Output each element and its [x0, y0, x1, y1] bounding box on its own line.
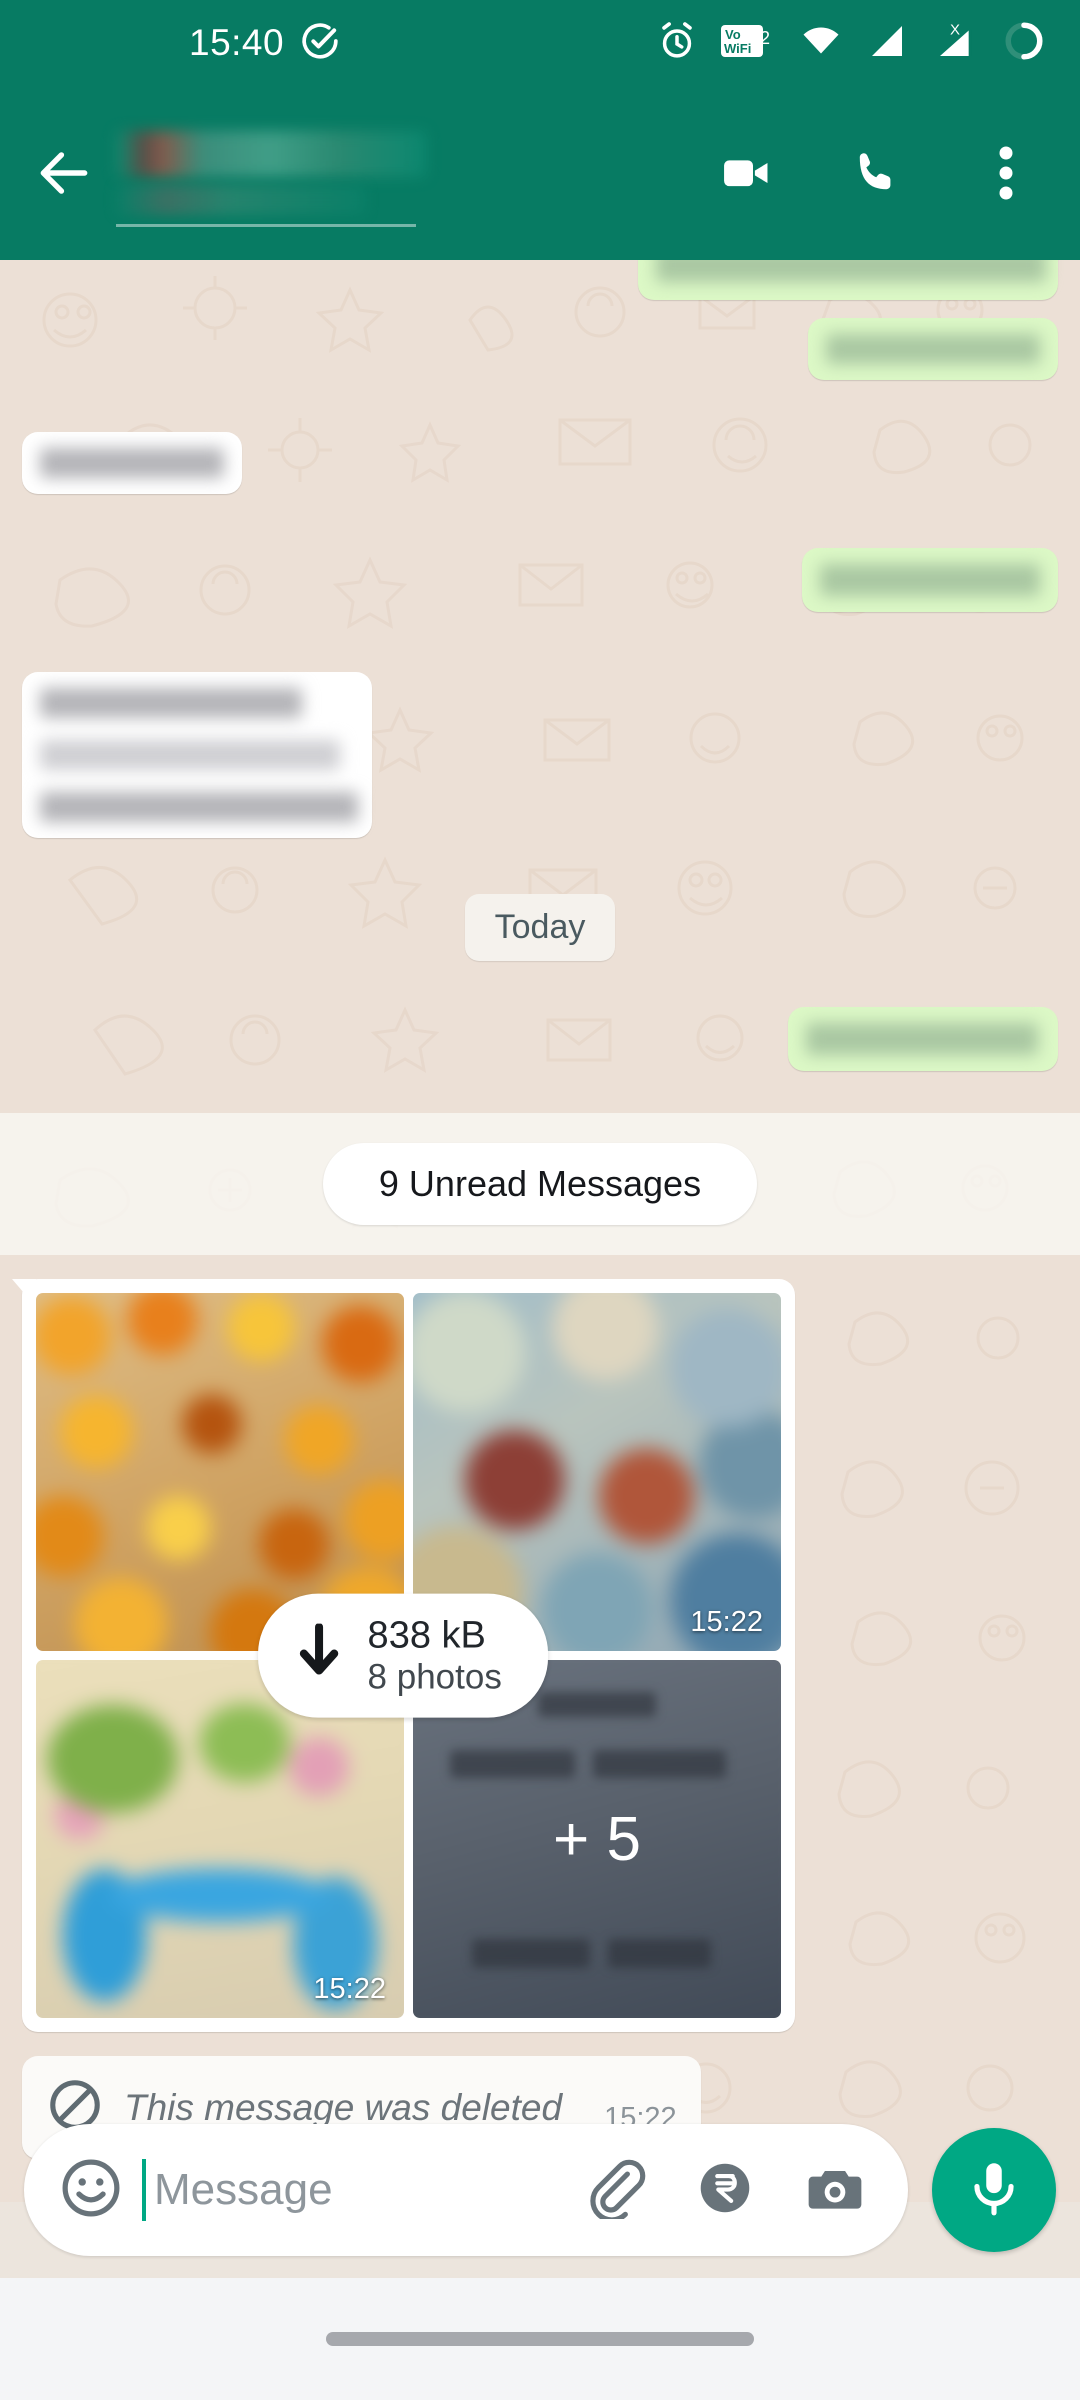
- alarm-clock-icon: [656, 20, 698, 67]
- whatsapp-chat-screen: 15:40 Vo WiFi 2 X Today 9 Unread Message…: [0, 0, 1080, 2400]
- unread-messages-banner[interactable]: 9 Unread Messages: [322, 1143, 758, 1225]
- wifi-icon: [798, 21, 844, 66]
- unread-banner-row: 9 Unread Messages: [0, 1113, 1080, 1255]
- blurred-text: [806, 1023, 1038, 1055]
- status-bar-right: Vo WiFi 2 X: [656, 19, 1046, 68]
- rupee-icon[interactable]: [694, 2157, 756, 2224]
- date-divider-row: Today: [0, 894, 1080, 961]
- message-input-container[interactable]: Message: [24, 2124, 908, 2256]
- arrow-down-icon: [292, 1623, 346, 1687]
- check-circle-icon: [300, 21, 340, 66]
- message-input[interactable]: Message: [154, 2165, 584, 2215]
- signal-no-sim-icon: X: [930, 20, 980, 67]
- contact-status: [116, 185, 366, 215]
- message-row[interactable]: [0, 432, 1080, 494]
- contact-info[interactable]: [116, 123, 446, 227]
- microphone-icon: [963, 2157, 1025, 2224]
- video-call-button[interactable]: [710, 137, 782, 209]
- blurred-text: [820, 564, 1040, 596]
- outgoing-bubble[interactable]: [788, 1007, 1058, 1071]
- text-cursor: [142, 2159, 146, 2221]
- album-row: 15:22 15:22 + 5 838 kB 8 photos: [0, 1279, 1080, 2032]
- input-action-icons: [584, 2157, 874, 2224]
- photo-album-message[interactable]: 15:22 15:22 + 5 838 kB 8 photos: [12, 1279, 795, 2032]
- svg-text:WiFi: WiFi: [724, 41, 751, 56]
- svg-text:Vo: Vo: [725, 27, 741, 42]
- paperclip-icon[interactable]: [584, 2157, 646, 2224]
- date-divider: Today: [464, 894, 616, 961]
- message-list[interactable]: Today 9 Unread Messages 15:22 15:22 + 5 …: [0, 260, 1080, 2202]
- download-info: 838 kB 8 photos: [368, 1613, 502, 1698]
- blurred-text: [40, 792, 358, 822]
- photo-timestamp: 15:22: [313, 1973, 386, 2005]
- vowifi2-icon: Vo WiFi 2: [720, 20, 776, 67]
- blurred-text: [40, 740, 340, 770]
- blurred-text: [656, 260, 1046, 282]
- signal-bars-icon: [866, 21, 908, 66]
- voice-record-button[interactable]: [932, 2128, 1056, 2252]
- status-bar: 15:40 Vo WiFi 2 X: [0, 0, 1080, 86]
- back-button[interactable]: [26, 135, 102, 211]
- message-row[interactable]: [0, 672, 1080, 838]
- svg-text:2: 2: [760, 28, 770, 48]
- camera-icon[interactable]: [804, 2157, 866, 2224]
- outgoing-bubble[interactable]: [638, 260, 1058, 300]
- blurred-text: [826, 334, 1040, 364]
- blurred-text: [40, 448, 224, 478]
- download-album-button[interactable]: 838 kB 8 photos: [257, 1593, 548, 1718]
- more-options-button[interactable]: [970, 137, 1042, 209]
- message-row[interactable]: [0, 548, 1080, 612]
- message-row[interactable]: [0, 318, 1080, 380]
- blurred-text: [40, 688, 302, 718]
- contact-name: [116, 131, 426, 177]
- system-navigation-bar: [0, 2278, 1080, 2400]
- outgoing-bubble[interactable]: [808, 318, 1058, 380]
- contact-underline: [116, 224, 416, 227]
- home-gesture-pill[interactable]: [326, 2332, 754, 2346]
- message-row[interactable]: [0, 1007, 1080, 1071]
- message-row[interactable]: [0, 260, 1080, 300]
- outgoing-bubble[interactable]: [802, 548, 1058, 612]
- svg-text:X: X: [950, 21, 960, 38]
- status-bar-clock: 15:40: [189, 22, 285, 63]
- battery-circle-icon: [1002, 19, 1046, 68]
- download-size: 838 kB: [367, 1614, 486, 1657]
- voice-call-button[interactable]: [840, 137, 912, 209]
- status-bar-left: 15:40: [189, 21, 340, 66]
- chat-header: [0, 86, 1080, 260]
- smiley-icon[interactable]: [58, 2155, 124, 2226]
- incoming-bubble[interactable]: [22, 672, 372, 838]
- header-actions: [710, 137, 1054, 209]
- photo-timestamp: 15:22: [690, 1606, 763, 1638]
- message-input-bar: Message: [0, 2102, 1080, 2278]
- download-count: 8 photos: [367, 1657, 502, 1697]
- incoming-bubble[interactable]: [22, 432, 242, 494]
- bubble-tail: [12, 1279, 36, 1307]
